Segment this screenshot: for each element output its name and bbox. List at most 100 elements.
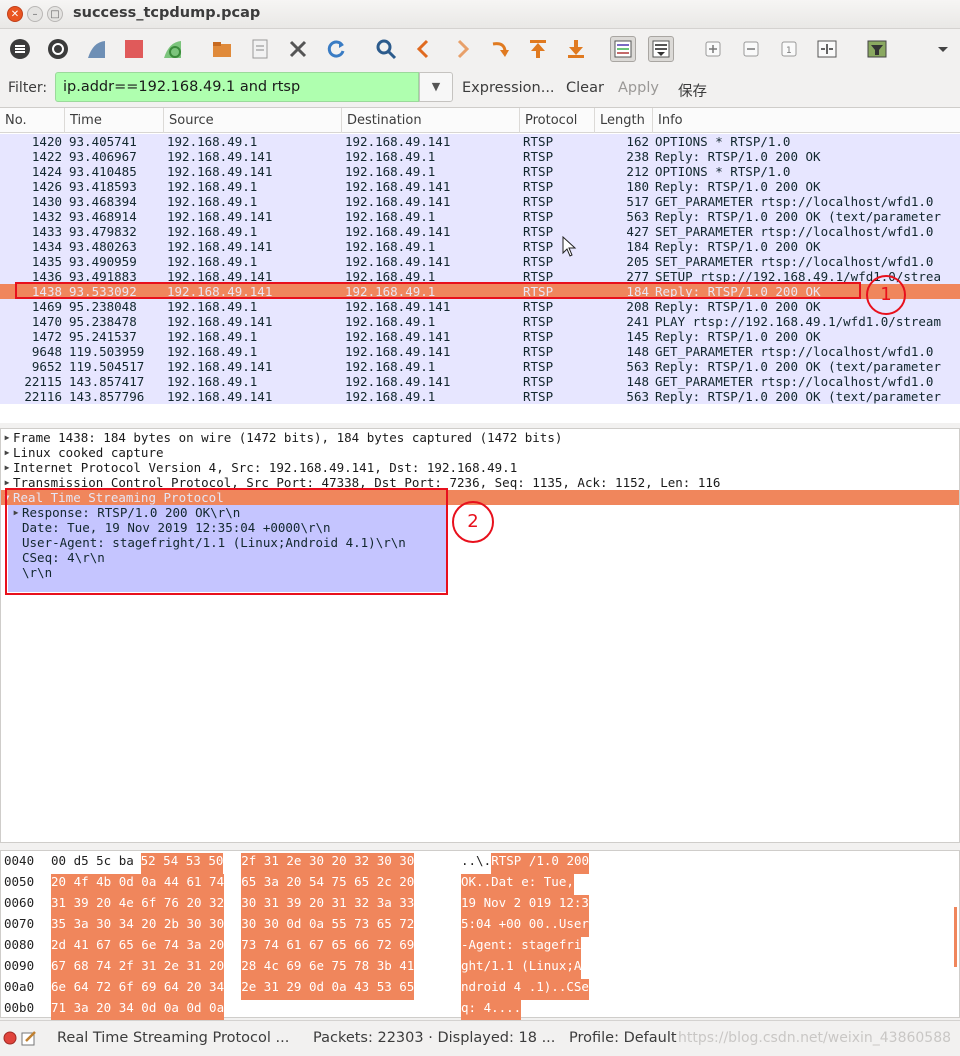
expression-button[interactable]: Expression... [462,80,555,96]
resize-columns-icon[interactable] [814,36,840,62]
display-filter-input[interactable]: ip.addr==192.168.49.1 and rtsp [55,72,419,102]
detail-linux-cooked-row[interactable]: ▶ Linux cooked capture [1,445,959,460]
detail-tcp-row[interactable]: ▶ Transmission Control Protocol, Src Port… [1,475,959,490]
cell-length: 184 [626,239,649,254]
detail-rtsp-row[interactable]: ▼ Real Time Streaming Protocol [1,490,959,505]
cell-time: 93.533092 [69,284,137,299]
table-row[interactable]: 1472 95.241537 192.168.49.1 192.168.49.141 R… [0,329,960,344]
table-row[interactable]: 9648 119.503959 192.168.49.1 192.168.49.141… [0,344,960,359]
cell-protocol: RTSP [523,344,554,359]
cell-no: 1424 [31,164,62,179]
detail-ip-row[interactable]: ▶ Internet Protocol Version 4, Src: 192.1… [1,460,959,475]
minimize-window-button[interactable]: – [27,6,43,22]
normal-size-icon[interactable]: 1 [776,36,802,62]
table-row[interactable]: 1420 93.405741 192.168.49.1 192.168.49.141 R… [0,134,960,149]
column-header-source[interactable]: Source [164,108,342,133]
interfaces-icon[interactable] [7,36,33,62]
expert-info-icon[interactable] [3,1031,17,1045]
open-file-icon[interactable] [209,36,235,62]
find-packet-icon[interactable] [373,36,399,62]
expand-arrow-icon[interactable]: ▶ [10,505,22,520]
hex-scrollbar[interactable] [954,907,957,967]
collapse-arrow-icon[interactable]: ▼ [1,490,13,505]
status-packets: Packets: 22303 · Displayed: 18 ... [313,1030,556,1046]
colorize-icon[interactable] [610,36,636,62]
close-file-icon[interactable] [285,36,311,62]
table-row[interactable]: 1435 93.490959 192.168.49.1 192.168.49.141 R… [0,254,960,269]
table-row[interactable]: 1430 93.468394 192.168.49.1 192.168.49.141 R… [0,194,960,209]
column-header-destination[interactable]: Destination [342,108,520,133]
rtsp-end-row[interactable]: \r\n [8,565,448,580]
apply-filter-button[interactable]: Apply [618,80,659,96]
capture-comment-icon[interactable] [20,1029,38,1047]
filter-label: Filter: [8,80,48,96]
hex-offset: 0070 [4,916,35,931]
expand-arrow-icon[interactable]: ▶ [1,460,13,475]
status-profile[interactable]: Profile: Default [569,1030,677,1046]
save-file-icon[interactable] [247,36,273,62]
go-to-packet-icon[interactable] [487,36,513,62]
cell-no: 1420 [31,134,62,149]
first-packet-icon[interactable] [525,36,551,62]
cell-length: 212 [626,164,649,179]
stop-capture-icon[interactable] [121,36,147,62]
table-row-selected[interactable]: 1438 93.533092 192.168.49.141 192.168.49.1 R… [0,284,960,299]
detail-frame-row[interactable]: ▶ Frame 1438: 184 bytes on wire (1472 bit… [1,430,959,445]
table-row[interactable]: 1424 93.410485 192.168.49.141 192.168.49.1 R… [0,164,960,179]
table-row[interactable]: 1426 93.418593 192.168.49.1 192.168.49.141 R… [0,179,960,194]
maximize-window-button[interactable]: □ [47,6,63,22]
cell-time: 93.468914 [69,209,137,224]
packet-details-pane: ▶ Frame 1438: 184 bytes on wire (1472 bit… [0,428,960,843]
hex-bytes-highlight: 73 74 61 67 65 66 72 69 [241,937,415,958]
hex-ascii-highlight: OK..Dat e: Tue, [461,874,574,895]
start-capture-icon[interactable] [83,36,109,62]
hex-offset: 00a0 [4,979,35,994]
table-row[interactable]: 1434 93.480263 192.168.49.141 192.168.49.1 R… [0,239,960,254]
table-row[interactable]: 1470 95.238478 192.168.49.141 192.168.49.1 R… [0,314,960,329]
capture-filters-icon[interactable] [864,36,890,62]
cell-destination: 192.168.49.1 [345,239,436,254]
table-row[interactable]: 9652 119.504517 192.168.49.141 192.168.49.1… [0,359,960,374]
title-bar: ✕ – □ success_tcpdump.pcap [0,0,960,29]
hex-ascii-highlight: 5:04 +00 00..User [461,916,589,937]
zoom-in-icon[interactable] [700,36,726,62]
cell-source: 192.168.49.141 [167,269,273,284]
expand-arrow-icon[interactable]: ▶ [1,445,13,460]
cell-info: Reply: RTSP/1.0 200 OK (text/parameter [655,389,941,404]
rtsp-date-row[interactable]: Date: Tue, 19 Nov 2019 12:35:04 +0000\r\… [8,520,448,535]
toolbar-overflow-icon[interactable] [930,36,956,62]
table-row[interactable]: 1432 93.468914 192.168.49.141 192.168.49.1 R… [0,209,960,224]
zoom-out-icon[interactable] [738,36,764,62]
save-filter-button[interactable]: 保存 [678,80,707,101]
expand-arrow-icon[interactable]: ▶ [1,475,13,490]
table-row[interactable]: 1422 93.406967 192.168.49.141 192.168.49.1 R… [0,149,960,164]
last-packet-icon[interactable] [563,36,589,62]
rtsp-cseq-row[interactable]: CSeq: 4\r\n [8,550,448,565]
cell-time: 93.405741 [69,134,137,149]
filter-dropdown-button[interactable]: ▼ [419,72,453,102]
cell-source: 192.168.49.141 [167,239,273,254]
column-header-info[interactable]: Info [653,108,960,133]
table-row[interactable]: 1469 95.238048 192.168.49.1 192.168.49.141 R… [0,299,960,314]
close-window-button[interactable]: ✕ [7,6,23,22]
rtsp-response-row[interactable]: ▶ Response: RTSP/1.0 200 OK\r\n [8,505,448,520]
clear-filter-button[interactable]: Clear [566,80,604,96]
restart-capture-icon[interactable] [159,36,185,62]
hex-bytes-highlight: 2e 31 29 0d 0a 43 53 65 [241,979,415,1000]
expand-arrow-icon[interactable]: ▶ [1,430,13,445]
column-header-length[interactable]: Length [595,108,653,133]
auto-scroll-icon[interactable] [648,36,674,62]
table-row[interactable]: 1436 93.491883 192.168.49.141 192.168.49.1 R… [0,269,960,284]
capture-options-icon[interactable] [45,36,71,62]
column-header-time[interactable]: Time [65,108,164,133]
cell-no: 1430 [31,194,62,209]
table-row[interactable]: 22116 143.857796 192.168.49.141 192.168.49.… [0,389,960,404]
reload-icon[interactable] [323,36,349,62]
table-row[interactable]: 22115 143.857417 192.168.49.1 192.168.49.14… [0,374,960,389]
go-forward-icon[interactable] [449,36,475,62]
go-back-icon[interactable] [411,36,437,62]
table-row[interactable]: 1433 93.479832 192.168.49.1 192.168.49.141 R… [0,224,960,239]
column-header-protocol[interactable]: Protocol [520,108,595,133]
column-header-no[interactable]: No. [0,108,65,133]
rtsp-user-agent-row[interactable]: User-Agent: stagefright/1.1 (Linux;Andro… [8,535,448,550]
